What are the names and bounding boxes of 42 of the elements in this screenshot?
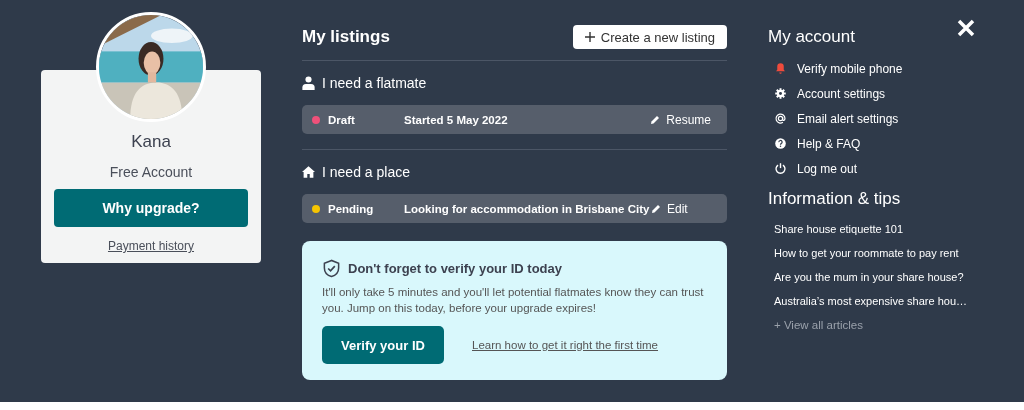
verify-title: Don't forget to verify your ID today bbox=[348, 261, 562, 276]
article-link[interactable]: How to get your roommate to pay rent bbox=[774, 247, 959, 259]
pencil-icon bbox=[651, 203, 661, 214]
account-menu-link[interactable]: Help & FAQ bbox=[797, 136, 861, 151]
group-title: I need a flatmate bbox=[322, 75, 427, 91]
account-type: Free Account bbox=[109, 164, 193, 180]
plus-icon bbox=[584, 32, 595, 42]
user-name: Kana bbox=[131, 132, 171, 152]
person-icon bbox=[302, 76, 315, 90]
settings-icon bbox=[774, 87, 787, 100]
account-menu-link[interactable]: Log me out bbox=[797, 161, 858, 176]
payment-history-link[interactable]: Payment history bbox=[107, 239, 194, 253]
article-link[interactable]: Share house etiquette 101 bbox=[774, 223, 904, 235]
account-menu-link[interactable]: Account settings bbox=[797, 86, 886, 101]
article-link[interactable]: Australia’s most expensive share hou… bbox=[774, 295, 967, 307]
account-menu-link[interactable]: Verify mobile phone bbox=[797, 61, 903, 76]
shield-check-icon bbox=[322, 259, 341, 278]
verify-description: It'll only take 5 minutes and you'll let potential flatmates know they can trust you. Jump on this today, before your upgrade expires! bbox=[322, 285, 705, 316]
upgrade-button[interactable]: Why upgrade? bbox=[54, 189, 248, 227]
create-listing-button[interactable]: Create a new listing bbox=[572, 25, 727, 49]
verify-id-button[interactable]: Verify your ID bbox=[322, 326, 444, 364]
listing-status: Pending bbox=[328, 202, 375, 215]
listing-description: Started 5 May 2022 bbox=[404, 113, 509, 126]
article-link[interactable]: Are you the mum in your share house? bbox=[774, 271, 964, 283]
section-title: Information & tips bbox=[768, 189, 901, 209]
listing-action-button[interactable]: Resume bbox=[650, 112, 711, 127]
pencil-icon bbox=[650, 114, 661, 125]
help-icon bbox=[774, 137, 787, 150]
listing-description: Looking for accommodation in Brisbane City bbox=[404, 202, 651, 215]
learn-more-link[interactable]: Learn how to get it right the first time bbox=[472, 339, 658, 351]
house-icon bbox=[302, 165, 315, 179]
section-title: My listings bbox=[302, 27, 390, 47]
bell-icon bbox=[774, 62, 787, 75]
section-title: My account bbox=[768, 27, 855, 47]
view-all-link[interactable]: + View all articles bbox=[768, 319, 1024, 331]
listing-action-button[interactable]: Edit bbox=[651, 201, 711, 216]
group-title: I need a place bbox=[322, 164, 410, 180]
at-sign-icon bbox=[774, 112, 787, 125]
close-icon[interactable] bbox=[956, 18, 976, 38]
account-menu-link[interactable]: Email alert settings bbox=[797, 111, 899, 126]
power-icon bbox=[774, 162, 787, 175]
listing-status: Draft bbox=[328, 113, 356, 126]
